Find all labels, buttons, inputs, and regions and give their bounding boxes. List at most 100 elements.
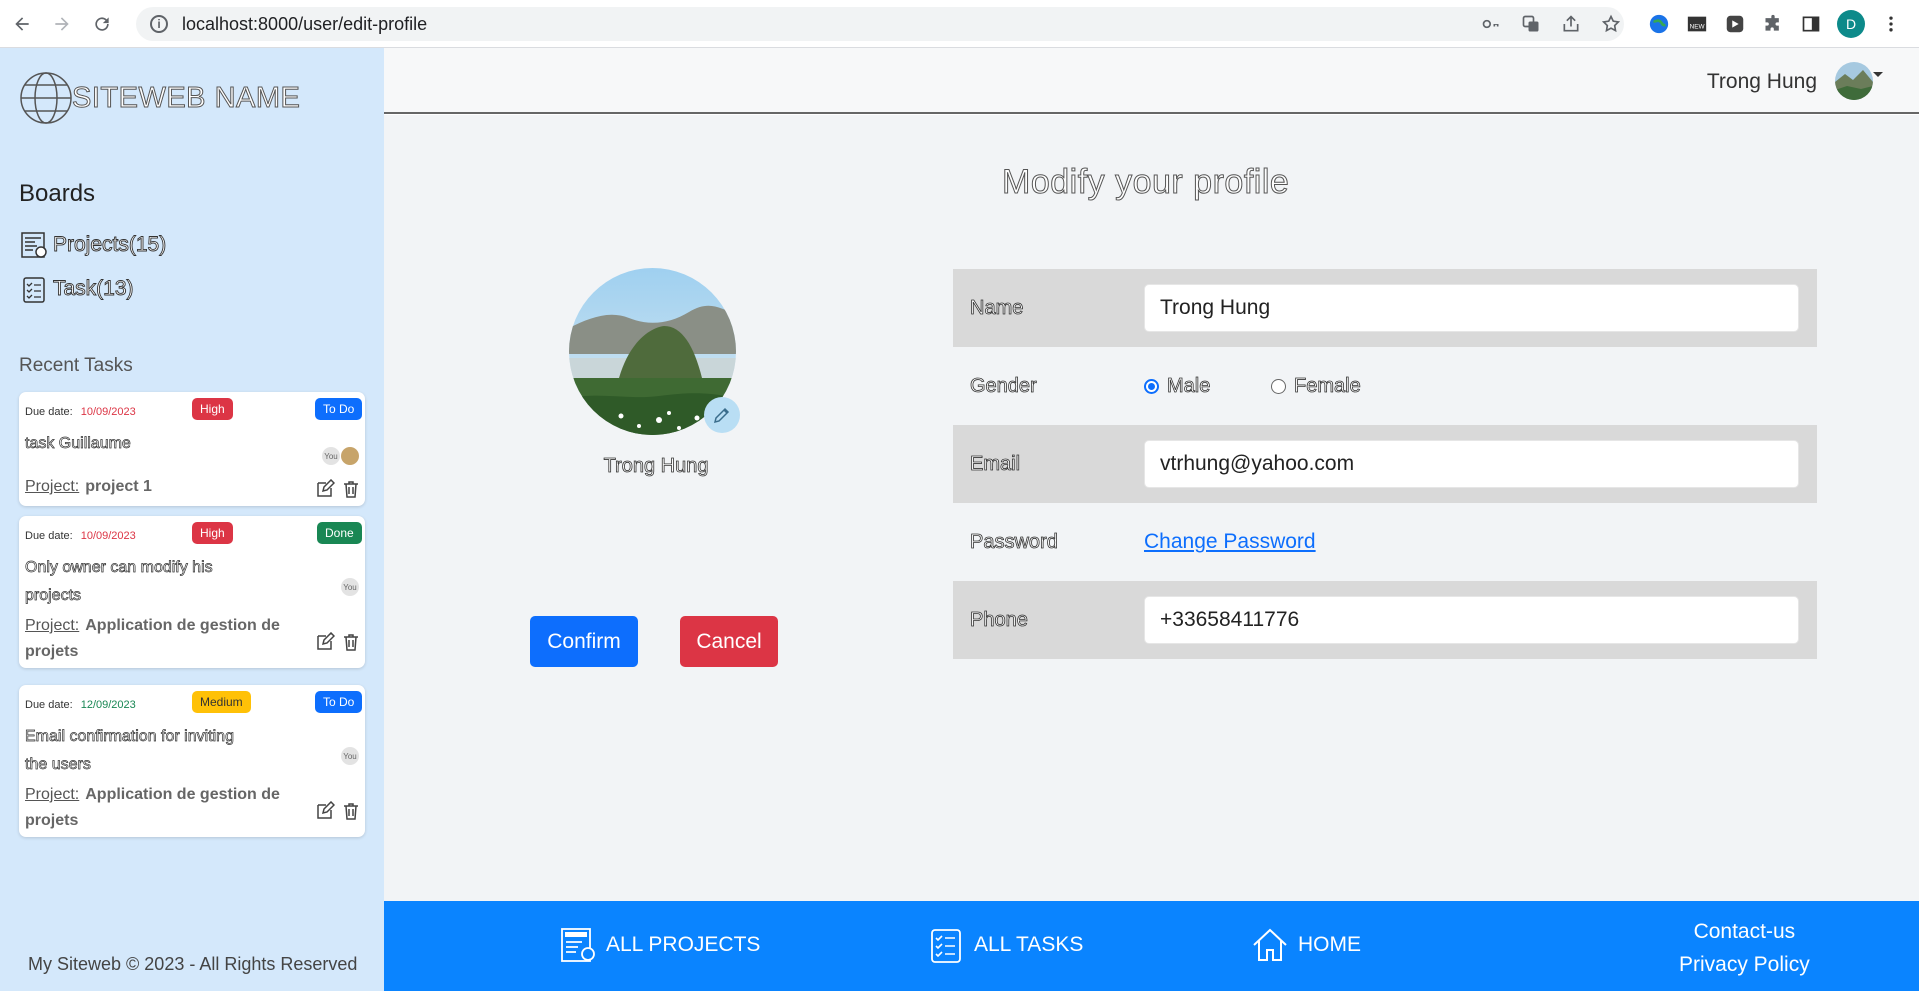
page-title: Modify your profile [1001, 163, 1290, 202]
email-input[interactable]: vtrhung@yahoo.com [1144, 440, 1799, 488]
pencil-icon [713, 407, 730, 424]
due-date: Due date: 10/09/2023 [25, 406, 136, 418]
gender-male-radio[interactable]: Male [1144, 374, 1211, 398]
delete-icon[interactable] [341, 479, 361, 499]
assignee-avatar: You [341, 747, 359, 765]
kebab-menu-icon[interactable] [1879, 12, 1903, 36]
project-label: Project: [25, 617, 80, 634]
footer-all-tasks-link[interactable]: ALL TASKS [926, 925, 1083, 965]
task-title[interactable]: Only owner can modify his projects [25, 554, 255, 610]
delete-icon[interactable] [341, 801, 361, 821]
name-input[interactable]: Trong Hung [1144, 284, 1799, 332]
media-extension-icon[interactable] [1723, 12, 1747, 36]
phone-input[interactable]: +33658411776 [1144, 596, 1799, 644]
key-icon[interactable] [1479, 12, 1503, 36]
edit-icon[interactable] [315, 801, 335, 821]
star-icon[interactable] [1599, 12, 1623, 36]
address-bar[interactable]: i localhost:8000/user/edit-profile [136, 7, 1624, 41]
translate-icon[interactable] [1519, 12, 1543, 36]
priority-badge: High [192, 398, 233, 420]
privacy-policy-link[interactable]: Privacy Policy [1679, 948, 1810, 981]
footer-all-projects-label: ALL PROJECTS [606, 933, 761, 956]
boards-heading: Boards [19, 180, 96, 207]
copyright-text: My Siteweb © 2023 - All Rights Reserved [28, 954, 358, 974]
assignee-avatar: You [322, 447, 340, 465]
name-row: Name Trong Hung [953, 269, 1817, 347]
side-panel-icon[interactable] [1799, 12, 1823, 36]
task-card[interactable]: Due date: 10/09/2023 High Done Only owner… [19, 516, 365, 668]
due-date: Due date: 10/09/2023 [25, 530, 136, 542]
task-project: Project: project 1 [25, 474, 265, 500]
task-title[interactable]: task Guillaume [25, 430, 255, 458]
sidebar: SITEWEB NAME Boards Projects(15) Task(13… [0, 48, 384, 991]
due-date: Due date: 12/09/2023 [25, 699, 136, 711]
browser-toolbar: i localhost:8000/user/edit-profile NEW D [0, 0, 1919, 48]
tasks-checklist-icon [931, 929, 961, 963]
site-logo[interactable]: SITEWEB NAME [18, 70, 300, 126]
globe-extension-icon[interactable] [1647, 12, 1671, 36]
gender-female-radio[interactable]: Female [1271, 374, 1361, 398]
user-menu-caret-icon[interactable] [1873, 72, 1883, 77]
new-extension-icon[interactable]: NEW [1685, 12, 1709, 36]
footer-home-link[interactable]: HOME [1250, 925, 1361, 965]
site-info-icon[interactable]: i [150, 15, 168, 33]
home-icon [1253, 928, 1287, 961]
share-icon[interactable] [1559, 12, 1583, 36]
profile-display-name: Trong Hung [603, 455, 709, 478]
assignee-avatar: You [341, 578, 359, 596]
name-label: Name [970, 296, 1024, 319]
task-card[interactable]: Due date: 10/09/2023 High To Do task Guil… [19, 392, 365, 506]
status-badge: Done [317, 522, 362, 544]
sidebar-item-tasks[interactable]: Task(13) [19, 274, 134, 304]
due-date-value: 10/09/2023 [80, 530, 136, 542]
phone-label: Phone [970, 608, 1029, 631]
change-password-link[interactable]: Change Password [1144, 530, 1316, 554]
tasks-link-label: Task(13) [53, 277, 134, 301]
confirm-button[interactable]: Confirm [530, 616, 638, 667]
recent-tasks-heading: Recent Tasks [19, 355, 133, 376]
back-icon[interactable] [4, 6, 40, 42]
edit-avatar-button[interactable] [704, 397, 740, 433]
footer-links: Contact-us Privacy Policy [1679, 915, 1810, 981]
task-project: Project: Application de gestion de projet… [25, 782, 285, 834]
contact-us-link[interactable]: Contact-us [1679, 915, 1810, 948]
projects-board-icon [21, 232, 47, 258]
footer-all-tasks-label: ALL TASKS [974, 933, 1084, 956]
footer-all-projects-link[interactable]: ALL PROJECTS [558, 925, 760, 965]
url-text: localhost:8000/user/edit-profile [182, 13, 428, 34]
tasks-checklist-icon [23, 277, 45, 303]
assignee-photo-avatar [341, 447, 359, 465]
due-date-value: 12/09/2023 [80, 699, 136, 711]
password-label: Password [970, 530, 1059, 553]
priority-badge: Medium [192, 691, 251, 713]
browser-profile-avatar[interactable]: D [1837, 10, 1865, 38]
radio-unselected-icon [1271, 378, 1286, 394]
password-row: Password Change Password [953, 503, 1817, 581]
header-user-avatar[interactable] [1835, 62, 1873, 100]
phone-row: Phone +33658411776 [953, 581, 1817, 659]
puzzle-icon[interactable] [1761, 12, 1785, 36]
project-name: project 1 [85, 478, 152, 495]
sidebar-item-projects[interactable]: Projects(15) [19, 230, 167, 260]
reload-icon[interactable] [84, 6, 120, 42]
top-header: Trong Hung [384, 48, 1919, 114]
gender-label: Gender [970, 374, 1038, 397]
cancel-button[interactable]: Cancel [680, 616, 778, 667]
due-date-value: 10/09/2023 [80, 406, 136, 418]
edit-icon[interactable] [315, 632, 335, 652]
due-date-label: Due date: [25, 699, 73, 711]
gender-row: Gender Male Female [953, 347, 1817, 425]
edit-icon[interactable] [315, 479, 335, 499]
profile-form: Name Trong Hung Gender Male Female Email… [953, 269, 1817, 659]
header-user-name[interactable]: Trong Hung [1707, 70, 1817, 94]
delete-icon[interactable] [341, 632, 361, 652]
main-content: Modify your profile Trong Hung Confirm C… [384, 115, 1919, 901]
status-badge: To Do [315, 691, 363, 713]
task-card[interactable]: Due date: 12/09/2023 Medium To Do Email c… [19, 685, 365, 837]
project-label: Project: [25, 478, 80, 495]
footer: ALL PROJECTS ALL TASKS HOME Contact-us P… [384, 901, 1919, 991]
task-title[interactable]: Email confirmation for inviting the user… [25, 723, 255, 779]
email-row: Email vtrhung@yahoo.com [953, 425, 1817, 503]
task-project: Project: Application de gestion de projet… [25, 613, 285, 665]
forward-icon[interactable] [44, 6, 80, 42]
